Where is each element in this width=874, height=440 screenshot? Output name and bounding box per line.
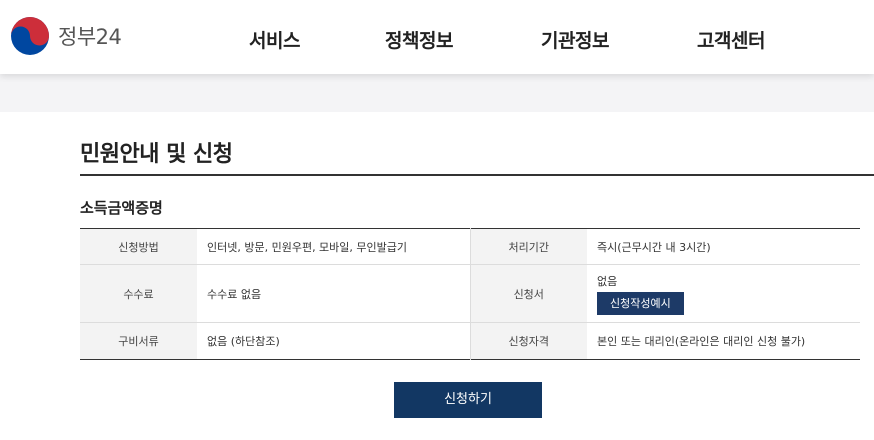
service-info-table: 신청방법 인터넷, 방문, 민원우편, 모바일, 무인발급기 처리기간 즉시(근…: [80, 228, 860, 360]
method-label: 신청방법: [80, 228, 197, 265]
period-label: 처리기간: [469, 228, 587, 265]
table-row: 신청방법 인터넷, 방문, 민원우편, 모바일, 무인발급기 처리기간 즉시(근…: [80, 228, 860, 265]
table-row: 수수료 수수료 없음 신청서 없음 신청작성예시: [80, 264, 860, 323]
form-cell: 없음 신청작성예시: [587, 264, 860, 323]
form-example-button[interactable]: 신청작성예시: [597, 291, 684, 315]
docs-label: 구비서류: [80, 322, 197, 360]
taegeuk-logo-icon: [11, 17, 49, 55]
nav-item-customer-center[interactable]: 고객센터: [697, 26, 765, 53]
gov24-logo[interactable]: 정부24: [10, 16, 122, 56]
page-title: 민원안내 및 신청: [80, 142, 233, 167]
nav-item-policy[interactable]: 정책정보: [385, 26, 453, 53]
logo-text: 정부24: [58, 25, 122, 49]
fee-label: 수수료: [80, 264, 197, 323]
form-value: 없음: [597, 274, 618, 288]
nav-item-agencies[interactable]: 기관정보: [541, 26, 609, 53]
table-row: 구비서류 없음 (하단참조) 신청자격 본인 또는 대리인(온라인은 대리인 신…: [80, 322, 860, 360]
title-divider: [80, 174, 874, 176]
service-name: 소득금액증명: [80, 199, 163, 217]
period-value: 즉시(근무시간 내 3시간): [587, 228, 860, 265]
fee-value: 수수료 없음: [197, 264, 470, 323]
breadcrumb-band: [0, 74, 874, 112]
method-value: 인터넷, 방문, 민원우편, 모바일, 무인발급기: [197, 228, 470, 265]
docs-value: 없음 (하단참조): [207, 335, 280, 348]
site-header: 정부24 서비스 정책정보 기관정보 고객센터: [0, 0, 874, 74]
eligibility-value: 본인 또는 대리인(온라인은 대리인 신청 불가): [597, 335, 806, 348]
eligibility-label: 신청자격: [469, 322, 587, 360]
apply-button[interactable]: 신청하기: [394, 382, 542, 418]
nav-item-services[interactable]: 서비스: [249, 26, 300, 53]
form-label: 신청서: [469, 264, 587, 323]
